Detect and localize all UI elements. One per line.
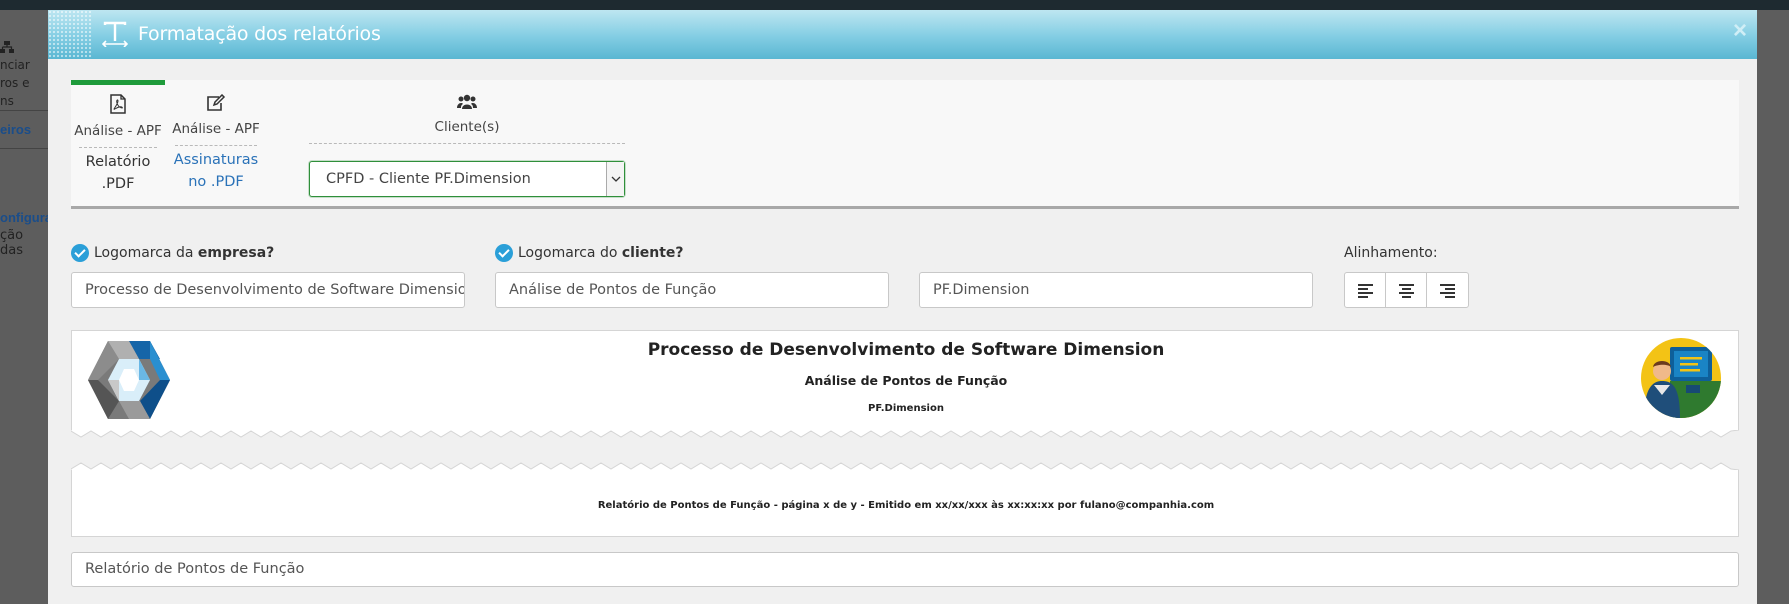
- chevron-down-icon: [611, 176, 621, 182]
- align-right-button[interactable]: [1427, 273, 1468, 307]
- pdf-icon: [110, 94, 126, 114]
- client-select[interactable]: CPFD - Cliente PF.Dimension: [309, 161, 625, 197]
- users-icon: [457, 94, 477, 109]
- tab-pdf-signatures[interactable]: Análise - APF Assinaturas no .PDF: [171, 80, 261, 206]
- report-header-preview: Processo de Desenvolvimento de Software …: [71, 330, 1739, 430]
- alignment-label: Alinhamento:: [1344, 245, 1438, 261]
- preview-title-line2: Análise de Pontos de Função: [804, 373, 1008, 388]
- client-logo-checkbox[interactable]: Logomarca do cliente?: [495, 243, 684, 263]
- tab-subtitle: Análise - APF: [74, 123, 162, 139]
- sitemap-icon: [0, 41, 14, 53]
- company-logo-bold: empresa?: [197, 245, 275, 261]
- background-menu-text: nciar: [0, 58, 30, 72]
- background-right: [1757, 10, 1789, 604]
- tab-divider: [309, 143, 625, 144]
- preview-footer-text: Relatório de Pontos de Função - página x…: [597, 500, 1215, 511]
- tab-label: Relatório .PDF: [71, 151, 165, 195]
- background-text: ção das: [0, 228, 24, 258]
- company-logo-checkbox[interactable]: Logomarca da empresa?: [71, 243, 274, 263]
- background-menu-text: ns: [0, 94, 14, 108]
- modal-header: Formatação dos relatórios ×: [48, 10, 1757, 59]
- report-format-modal: Formatação dos relatórios × Análise - AP…: [48, 10, 1757, 604]
- footer-torn-edge: [71, 462, 1739, 470]
- background-divider: [0, 148, 48, 149]
- align-center-button[interactable]: [1386, 273, 1427, 307]
- tab-subtitle: Análise - APF: [172, 121, 260, 137]
- background-link: onfigura: [0, 210, 52, 225]
- tab-label: Assinaturas no .PDF: [171, 149, 261, 193]
- edit-icon: [207, 94, 226, 111]
- client-logo-bold: cliente?: [621, 245, 684, 261]
- client-logo-prefix: Logomarca do: [518, 245, 622, 261]
- tab-subtitle: Cliente(s): [434, 119, 500, 135]
- preview-title-line1: Processo de Desenvolvimento de Software …: [647, 340, 1165, 360]
- header-torn-edge: [71, 430, 1739, 438]
- footer-title-input[interactable]: Relatório de Pontos de Função: [71, 552, 1739, 587]
- align-left-button[interactable]: [1345, 273, 1386, 307]
- tab-label-line: no .PDF: [188, 174, 244, 190]
- company-logo-prefix: Logomarca da: [94, 245, 198, 261]
- background-divider: [0, 110, 48, 111]
- background-sidebar: nciar ros e ns eiros onfigura ção das: [0, 10, 52, 604]
- check-icon: [495, 244, 513, 262]
- select-arrow[interactable]: [606, 162, 624, 196]
- header-line3-input[interactable]: PF.Dimension: [919, 272, 1313, 308]
- close-button[interactable]: ×: [1733, 17, 1747, 45]
- tab-divider: [175, 145, 257, 146]
- background-link: eiros: [0, 122, 32, 137]
- tab-pdf-report[interactable]: Análise - APF Relatório .PDF: [71, 80, 165, 206]
- tab-label-line: Relatório: [85, 154, 151, 170]
- modal-title: Formatação dos relatórios: [138, 23, 381, 45]
- background-topbar: [0, 0, 1789, 10]
- client-select-value: CPFD - Cliente PF.Dimension: [326, 171, 531, 187]
- report-footer-preview: Relatório de Pontos de Função - página x…: [71, 470, 1739, 537]
- client-logo: [1641, 338, 1721, 418]
- tabs-panel: Análise - APF Relatório .PDF Análise - A…: [71, 80, 1739, 209]
- header-line2-input[interactable]: Análise de Pontos de Função: [495, 272, 889, 308]
- tab-label-line: .PDF: [101, 176, 135, 192]
- check-icon: [71, 244, 89, 262]
- text-format-icon: [102, 21, 128, 47]
- alignment-button-group: [1344, 272, 1469, 308]
- preview-title-line3: PF.Dimension: [868, 403, 944, 414]
- background-menu-text: ros e: [0, 76, 30, 90]
- header-line1-input[interactable]: Processo de Desenvolvimento de Software …: [71, 272, 465, 308]
- header-pattern: [48, 10, 92, 59]
- tab-clients[interactable]: Cliente(s): [309, 80, 625, 144]
- tab-label-line: Assinaturas: [173, 152, 259, 168]
- tab-divider: [79, 147, 157, 148]
